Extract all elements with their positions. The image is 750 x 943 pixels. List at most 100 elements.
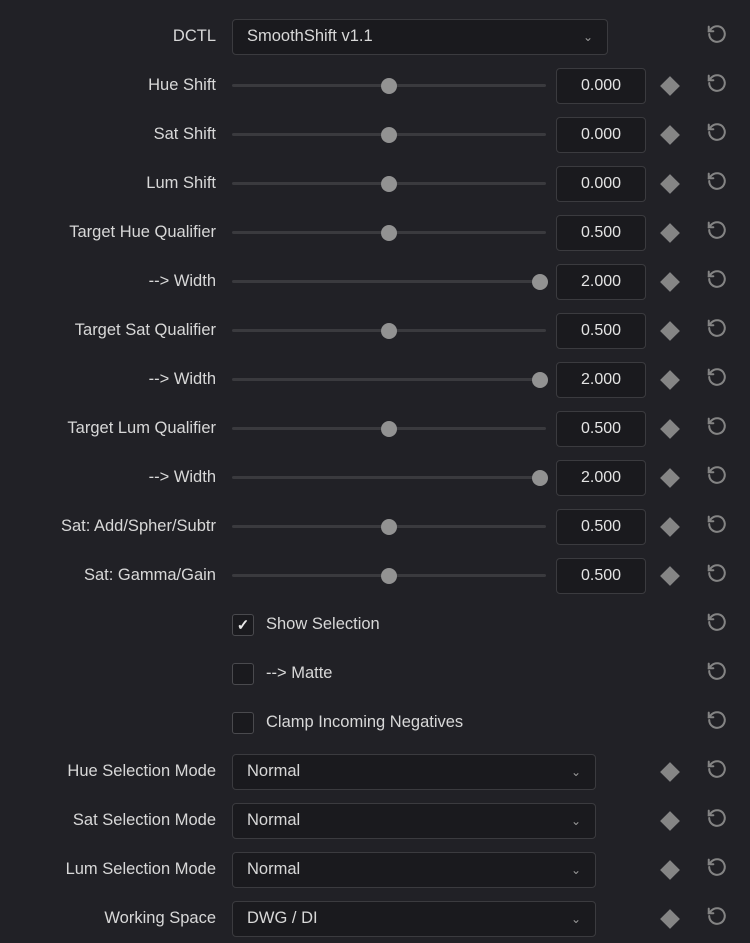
value-input[interactable] <box>556 68 646 104</box>
checkbox-row: Show Selection <box>10 600 740 649</box>
mode-dropdown[interactable]: Normal⌄ <box>232 754 596 790</box>
value-input[interactable] <box>556 509 646 545</box>
reset-button[interactable] <box>706 611 728 638</box>
dctl-label: DCTL <box>10 27 232 46</box>
slider-thumb[interactable] <box>532 372 548 388</box>
slider-row: Sat Shift <box>10 110 740 159</box>
slider-thumb[interactable] <box>381 176 397 192</box>
slider-track <box>232 280 546 283</box>
value-input[interactable] <box>556 313 646 349</box>
keyframe-diamond-icon[interactable] <box>660 76 680 96</box>
keyframe-diamond-icon[interactable] <box>660 370 680 390</box>
mode-row: Lum Selection ModeNormal⌄ <box>10 845 740 894</box>
reset-button[interactable] <box>706 513 728 540</box>
dctl-dropdown[interactable]: SmoothShift v1.1⌄ <box>232 19 608 55</box>
reset-button[interactable] <box>706 23 728 50</box>
slider-thumb[interactable] <box>381 421 397 437</box>
slider-track <box>232 476 546 479</box>
value-input[interactable] <box>556 215 646 251</box>
slider-thumb[interactable] <box>381 519 397 535</box>
mode-dropdown[interactable]: Normal⌄ <box>232 852 596 888</box>
slider-row: Lum Shift <box>10 159 740 208</box>
chevron-down-icon: ⌄ <box>571 814 581 828</box>
slider-thumb[interactable] <box>381 323 397 339</box>
slider[interactable] <box>232 518 546 536</box>
slider-thumb[interactable] <box>381 568 397 584</box>
slider[interactable] <box>232 371 546 389</box>
value-input[interactable] <box>556 264 646 300</box>
mode-dropdown-text: Normal <box>247 811 571 830</box>
slider[interactable] <box>232 420 546 438</box>
reset-button[interactable] <box>706 219 728 246</box>
value-input[interactable] <box>556 362 646 398</box>
keyframe-diamond-icon[interactable] <box>660 174 680 194</box>
value-input[interactable] <box>556 166 646 202</box>
param-label: --> Width <box>10 370 232 389</box>
value-input[interactable] <box>556 117 646 153</box>
reset-button[interactable] <box>706 562 728 589</box>
slider[interactable] <box>232 175 546 193</box>
slider[interactable] <box>232 224 546 242</box>
param-label: --> Width <box>10 468 232 487</box>
param-label: Sat: Gamma/Gain <box>10 566 232 585</box>
reset-button[interactable] <box>706 317 728 344</box>
reset-button[interactable] <box>706 268 728 295</box>
reset-button[interactable] <box>706 807 728 834</box>
reset-button[interactable] <box>706 709 728 736</box>
keyframe-diamond-icon[interactable] <box>660 517 680 537</box>
chevron-down-icon: ⌄ <box>583 30 593 44</box>
reset-button[interactable] <box>706 856 728 883</box>
slider-thumb[interactable] <box>381 78 397 94</box>
slider[interactable] <box>232 273 546 291</box>
checkbox[interactable] <box>232 614 254 636</box>
mode-label: Sat Selection Mode <box>10 811 232 830</box>
keyframe-diamond-icon[interactable] <box>660 419 680 439</box>
param-label: Hue Shift <box>10 76 232 95</box>
slider-thumb[interactable] <box>381 127 397 143</box>
checkbox-label: --> Matte <box>266 664 332 683</box>
reset-button[interactable] <box>706 415 728 442</box>
slider-track <box>232 378 546 381</box>
keyframe-diamond-icon[interactable] <box>660 566 680 586</box>
value-input[interactable] <box>556 411 646 447</box>
chevron-down-icon: ⌄ <box>571 863 581 877</box>
reset-button[interactable] <box>706 121 728 148</box>
slider[interactable] <box>232 77 546 95</box>
checkbox-label: Show Selection <box>266 615 380 634</box>
reset-button[interactable] <box>706 464 728 491</box>
checkbox-row: --> Matte <box>10 649 740 698</box>
slider[interactable] <box>232 567 546 585</box>
keyframe-diamond-icon[interactable] <box>660 321 680 341</box>
slider[interactable] <box>232 322 546 340</box>
value-input[interactable] <box>556 460 646 496</box>
keyframe-diamond-icon[interactable] <box>660 125 680 145</box>
slider-row: --> Width <box>10 257 740 306</box>
param-label: Sat Shift <box>10 125 232 144</box>
reset-button[interactable] <box>706 660 728 687</box>
slider-thumb[interactable] <box>532 470 548 486</box>
mode-row: Hue Selection ModeNormal⌄ <box>10 747 740 796</box>
keyframe-diamond-icon[interactable] <box>660 223 680 243</box>
reset-button[interactable] <box>706 366 728 393</box>
reset-button[interactable] <box>706 72 728 99</box>
keyframe-diamond-icon[interactable] <box>660 860 680 880</box>
slider[interactable] <box>232 126 546 144</box>
keyframe-diamond-icon[interactable] <box>660 272 680 292</box>
reset-button[interactable] <box>706 170 728 197</box>
keyframe-diamond-icon[interactable] <box>660 468 680 488</box>
checkbox-label: Clamp Incoming Negatives <box>266 713 463 732</box>
reset-button[interactable] <box>706 758 728 785</box>
slider[interactable] <box>232 469 546 487</box>
checkbox[interactable] <box>232 712 254 734</box>
param-label: Sat: Add/Spher/Subtr <box>10 517 232 536</box>
slider-thumb[interactable] <box>532 274 548 290</box>
mode-dropdown-text: Normal <box>247 860 571 879</box>
mode-label: Lum Selection Mode <box>10 860 232 879</box>
keyframe-diamond-icon[interactable] <box>660 811 680 831</box>
keyframe-diamond-icon[interactable] <box>660 762 680 782</box>
mode-dropdown[interactable]: Normal⌄ <box>232 803 596 839</box>
slider-thumb[interactable] <box>381 225 397 241</box>
checkbox[interactable] <box>232 663 254 685</box>
value-input[interactable] <box>556 558 646 594</box>
mode-label: Hue Selection Mode <box>10 762 232 781</box>
